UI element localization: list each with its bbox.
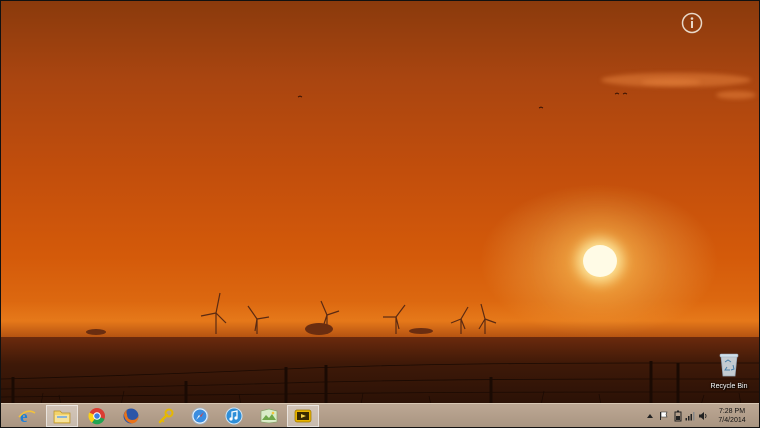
recycle-bin-icon	[719, 353, 739, 377]
chevron-up-icon	[647, 414, 653, 418]
tray-battery[interactable]	[674, 408, 682, 424]
distant-trees	[86, 323, 433, 335]
taskbar: e 7:28 PM 7/4/2014	[1, 403, 759, 427]
info-icon[interactable]	[681, 12, 703, 34]
taskbar-media-player[interactable]	[287, 405, 319, 427]
tray-volume[interactable]	[698, 408, 708, 424]
signal-icon	[685, 412, 695, 421]
tray-show-hidden-icons[interactable]	[646, 408, 654, 424]
taskbar-safari[interactable]	[184, 405, 216, 427]
svg-text:e: e	[20, 407, 28, 425]
wind-turbines	[200, 292, 497, 334]
landscape-silhouette	[1, 92, 759, 406]
clock-time: 7:28 PM	[718, 408, 746, 415]
itunes-icon	[225, 407, 243, 425]
ie-icon: e	[18, 407, 36, 425]
recycle-bin-shortcut[interactable]: Recycle Bin	[707, 351, 751, 390]
taskbar-internet-explorer[interactable]: e	[11, 405, 43, 427]
taskbar-file-explorer[interactable]	[46, 405, 78, 427]
folder-icon	[53, 410, 71, 424]
taskbar-itunes[interactable]	[218, 405, 250, 427]
taskbar-chrome[interactable]	[81, 405, 113, 427]
tray-action-center[interactable]	[659, 408, 669, 424]
fence-wires	[1, 362, 759, 398]
speaker-icon	[699, 412, 707, 420]
media-player-icon	[294, 409, 312, 423]
key-icon	[158, 408, 174, 424]
desktop: Recycle Bin e 7:28 PM 7/4/2014	[0, 0, 760, 428]
taskbar-app-yellow[interactable]	[150, 405, 182, 427]
clock-date: 7/4/2014	[718, 417, 746, 424]
flag-icon	[660, 411, 668, 420]
taskbar-windows-live[interactable]	[253, 405, 285, 427]
taskbar-clock[interactable]: 7:28 PM 7/4/2014	[709, 407, 755, 425]
recycle-bin-label: Recycle Bin	[710, 383, 748, 390]
tray-network[interactable]	[685, 408, 695, 424]
chrome-icon	[88, 408, 105, 425]
firefox-icon	[123, 408, 139, 424]
safari-icon	[191, 407, 209, 425]
birds	[297, 92, 628, 109]
battery-icon	[674, 410, 682, 422]
photo-gallery-icon	[260, 408, 278, 424]
fence-posts	[11, 361, 680, 405]
taskbar-firefox[interactable]	[115, 405, 147, 427]
